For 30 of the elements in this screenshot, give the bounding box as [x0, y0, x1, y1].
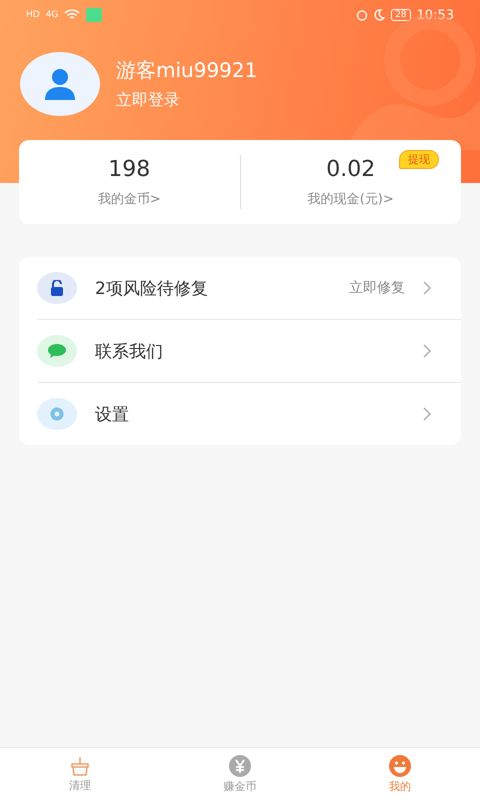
wallet-link[interactable]: 我的金币> — [98, 190, 161, 208]
login-link[interactable]: 立即登录 — [116, 90, 258, 111]
wallet-value: 0.02 — [326, 156, 376, 182]
clock-time: 10:53 — [416, 8, 454, 22]
wifi-icon — [64, 9, 80, 21]
nav-tab[interactable]: 赚金币 — [160, 748, 320, 800]
user-name: 游客miu99921 — [116, 57, 258, 84]
status-text: HD — [26, 10, 40, 20]
gear-icon — [49, 406, 65, 422]
basket-icon — [70, 756, 90, 776]
lock-icon — [50, 280, 64, 296]
wallet-value: 198 — [108, 156, 150, 182]
battery-level: 28 — [391, 9, 411, 21]
nav-tab[interactable]: 清理 — [0, 748, 160, 800]
chevron-icon — [423, 281, 431, 295]
wallet-link[interactable]: 我的现金(元)> — [308, 190, 394, 208]
menu-item[interactable]: 联系我们 — [37, 319, 461, 382]
smiley-icon — [389, 754, 411, 776]
status-text: 4G — [46, 10, 58, 20]
user-icon — [42, 66, 78, 102]
nav-tab[interactable]: 我的 — [320, 748, 480, 800]
chevron-icon — [423, 344, 431, 358]
withdraw-badge[interactable]: 提现 — [399, 150, 439, 169]
menu-item[interactable]: 2项风险待修复 立即修复 — [37, 257, 461, 319]
chat-icon — [48, 344, 66, 358]
yen-coin-icon — [229, 754, 251, 776]
menu-item[interactable]: 设置 — [37, 382, 461, 445]
moon-icon — [374, 9, 386, 21]
menu-action[interactable]: 立即修复 — [349, 279, 405, 297]
chevron-icon — [423, 407, 431, 421]
